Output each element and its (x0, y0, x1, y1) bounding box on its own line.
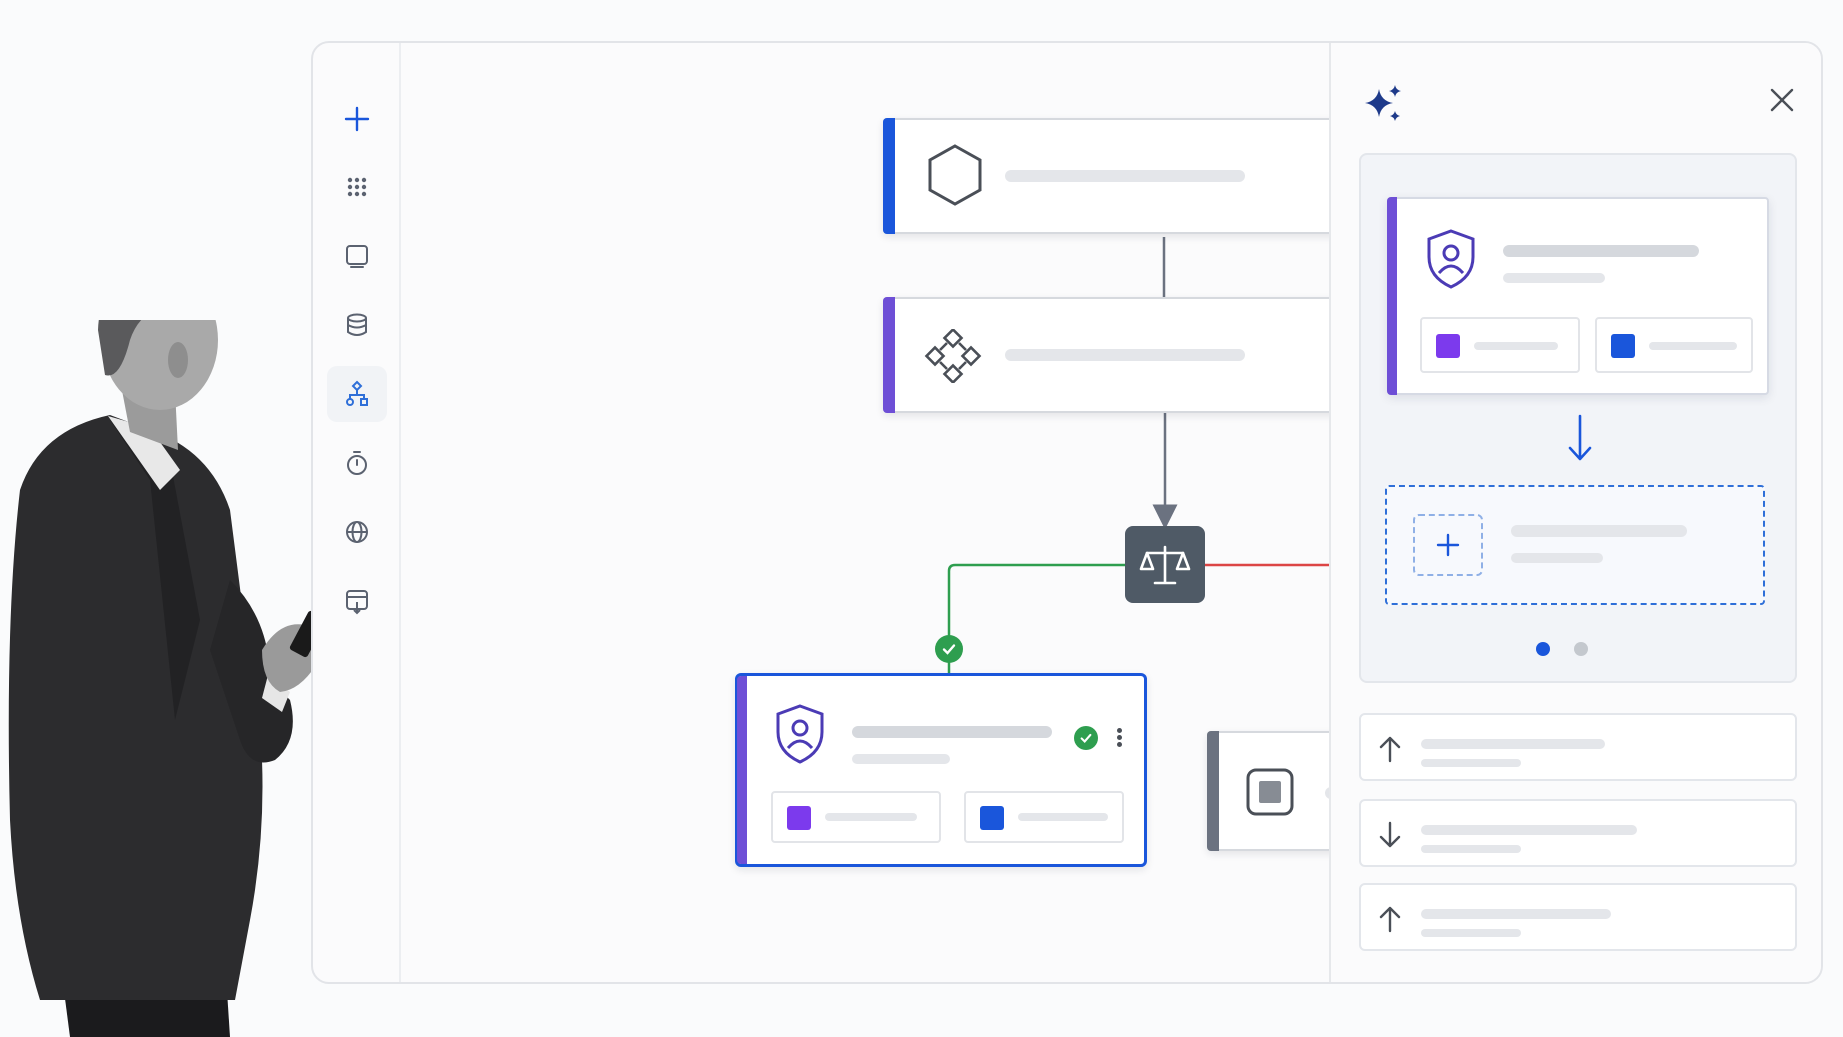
form-icon (346, 590, 368, 615)
workflow-node-approval[interactable] (735, 673, 1147, 867)
ai-assistant-panel (1329, 43, 1821, 982)
node-field-chip[interactable] (1420, 317, 1580, 373)
preview-node[interactable] (1387, 197, 1769, 395)
rail-data-button[interactable] (327, 297, 387, 353)
plus-icon (344, 106, 370, 132)
stop-icon (1246, 768, 1294, 816)
plus-icon (1436, 533, 1460, 557)
workflow-icon (346, 380, 368, 406)
node-title-placeholder (852, 726, 1052, 738)
node-accent (1387, 197, 1397, 395)
rail-forms-button[interactable] (327, 573, 387, 629)
arrow-down-icon (1379, 821, 1401, 848)
shield-user-icon (776, 704, 824, 764)
node-field-chip[interactable] (1595, 317, 1753, 373)
hexagon-icon (928, 144, 982, 206)
suggested-step-preview (1359, 153, 1797, 683)
check-icon (942, 644, 956, 655)
add-step-button[interactable] (1413, 514, 1483, 576)
node-title-placeholder (1503, 245, 1699, 257)
monitor-icon (346, 245, 368, 268)
timer-icon (347, 451, 367, 475)
workflow-canvas[interactable] (403, 43, 1561, 982)
suggestion-subtitle-placeholder (1421, 845, 1521, 853)
field-label-placeholder (825, 813, 917, 821)
node-subtitle-placeholder (852, 754, 950, 764)
dropzone-title-placeholder (1511, 525, 1687, 537)
status-success-icon (1074, 726, 1098, 750)
node-title-placeholder (1005, 170, 1245, 182)
suggestion-item[interactable] (1359, 713, 1797, 781)
rail-timers-button[interactable] (327, 435, 387, 491)
scale-icon (1139, 545, 1191, 584)
database-icon (347, 313, 367, 336)
field-color-swatch (787, 806, 811, 830)
add-step-dropzone[interactable] (1385, 485, 1765, 605)
rail-add-button[interactable] (327, 91, 387, 147)
node-accent (883, 297, 895, 413)
suggestion-title-placeholder (1421, 739, 1605, 749)
rail-screens-button[interactable] (327, 228, 387, 284)
arrow-down-icon (1568, 414, 1592, 461)
suggestion-item[interactable] (1359, 799, 1797, 867)
node-field-chip[interactable] (771, 791, 941, 843)
arrow-up-icon (1379, 736, 1401, 763)
field-color-swatch (1611, 334, 1635, 358)
arrow-up-icon (1379, 906, 1401, 933)
decision-node[interactable] (1125, 526, 1205, 603)
carousel-dot-active[interactable] (1536, 642, 1550, 656)
close-icon[interactable] (1767, 85, 1797, 115)
shield-user-icon (1427, 229, 1475, 289)
field-color-swatch (980, 806, 1004, 830)
network-icon (924, 329, 982, 383)
dropzone-subtitle-placeholder (1511, 553, 1603, 563)
scene (0, 0, 1843, 1037)
field-color-swatch (1436, 334, 1460, 358)
node-menu-button[interactable] (1114, 726, 1124, 750)
field-label-placeholder (1474, 342, 1558, 350)
branch-approved-badge (935, 635, 963, 663)
workflow-builder-window (311, 41, 1823, 984)
node-title-placeholder (1005, 349, 1245, 361)
icon-rail (313, 43, 401, 982)
node-accent (1207, 731, 1219, 851)
rail-integrations-button[interactable] (327, 504, 387, 560)
carousel-dot[interactable] (1574, 642, 1588, 656)
person-illustration (8, 320, 327, 1037)
node-subtitle-placeholder (1503, 273, 1605, 283)
rail-apps-button[interactable] (327, 159, 387, 215)
node-accent (737, 676, 747, 864)
suggestion-title-placeholder (1421, 825, 1637, 835)
field-label-placeholder (1018, 813, 1108, 821)
sparkle-icon (1365, 85, 1401, 121)
node-field-chip[interactable] (964, 791, 1124, 843)
node-accent (883, 118, 895, 234)
suggestion-subtitle-placeholder (1421, 929, 1521, 937)
suggestion-subtitle-placeholder (1421, 759, 1521, 767)
field-label-placeholder (1649, 342, 1737, 350)
apps-grid-icon (347, 177, 367, 197)
globe-icon (346, 521, 368, 543)
rail-workflows-button[interactable] (327, 366, 387, 422)
suggestion-item[interactable] (1359, 883, 1797, 951)
suggestion-title-placeholder (1421, 909, 1611, 919)
